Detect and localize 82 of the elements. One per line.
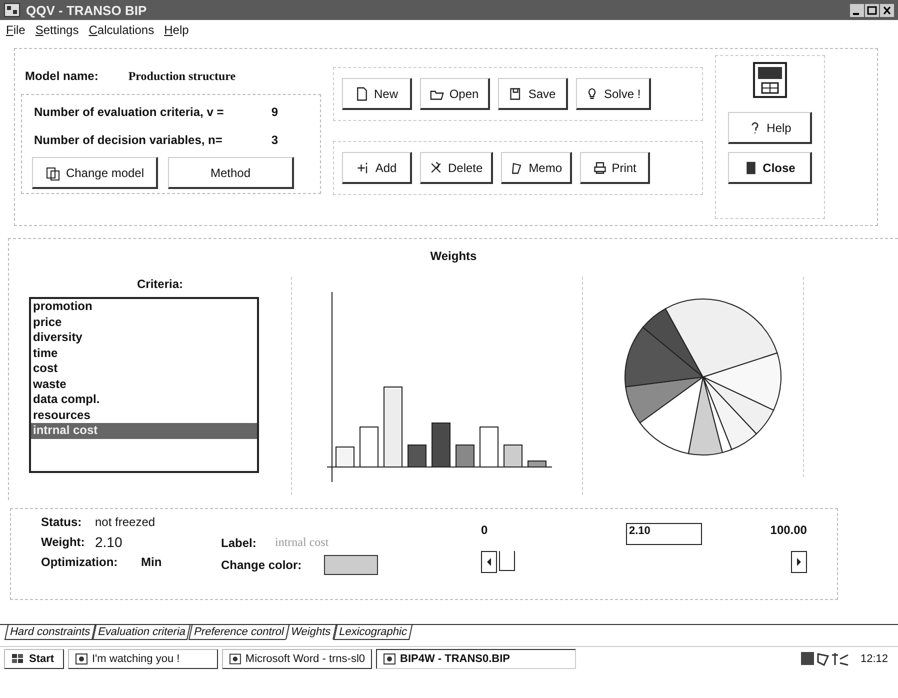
weight-label: Weight: — [41, 535, 86, 549]
label-label: Label: — [221, 536, 258, 550]
toolbar-button[interactable]: Delete — [420, 152, 493, 184]
color-swatch[interactable] — [324, 555, 378, 575]
chart-bar — [528, 460, 546, 468]
model-icon — [44, 164, 61, 180]
model-name-label: Model name: — [25, 69, 98, 84]
clock: 12:12 — [860, 653, 888, 665]
method-button[interactable]: Method — [168, 157, 294, 189]
menu-item[interactable]: File — [6, 23, 26, 37]
variables-count-label: Number of decision variables, n= — [34, 133, 222, 147]
app-icon — [4, 3, 20, 17]
criteria-item[interactable]: diversity — [31, 330, 257, 346]
minimize-button[interactable] — [850, 4, 864, 16]
tab[interactable]: Preference control — [188, 625, 290, 640]
criteria-count: 9 — [271, 105, 278, 119]
chart-bar — [360, 426, 378, 468]
toolbar-button[interactable]: Print — [580, 152, 650, 184]
printer-icon — [592, 160, 607, 176]
close-app-button[interactable]: Close — [728, 152, 812, 184]
menu-item[interactable]: Help — [164, 23, 189, 37]
criteria-item[interactable]: intrnal cost — [31, 423, 257, 438]
toolbar-button[interactable]: New — [342, 78, 412, 110]
weights-title: Weights — [429, 248, 478, 265]
criteria-title: Criteria: — [136, 277, 183, 291]
tab[interactable]: Evaluation criteria — [92, 625, 192, 640]
criteria-item[interactable]: waste — [31, 376, 257, 392]
chart-bar — [480, 426, 498, 468]
chart-bar — [504, 444, 522, 468]
scroll-left-button[interactable] — [481, 551, 497, 573]
criteria-item[interactable]: price — [31, 314, 257, 330]
slider-max: 100.00 — [770, 523, 807, 537]
page-icon — [354, 86, 369, 102]
chart-bar — [408, 444, 426, 468]
model-name: Production structure — [128, 69, 236, 84]
logo-icon — [753, 62, 787, 98]
windows-icon — [11, 653, 25, 665]
slider-min: 0 — [481, 523, 488, 537]
app-icon — [229, 653, 242, 665]
criteria-list[interactable]: promotion price diversity time cost waste data compl. resources intrnal cost — [29, 297, 259, 473]
app-icon — [383, 653, 396, 665]
start-button[interactable]: Start — [4, 649, 64, 669]
change-model-button[interactable]: Change model — [32, 157, 158, 189]
maximize-button[interactable] — [865, 4, 879, 16]
chart-bar — [432, 422, 450, 468]
criteria-count-label: Number of evaluation criteria, v = — [34, 105, 224, 119]
toolbar-button[interactable]: Save — [498, 78, 568, 110]
menu-item[interactable]: Calculations — [88, 23, 154, 37]
weight-field[interactable]: 2.10 — [626, 523, 702, 545]
status-label: Status: — [41, 515, 83, 529]
taskbar-button[interactable]: I'm watching you ! — [68, 649, 218, 669]
chart-bar — [456, 444, 474, 468]
criteria-item[interactable]: cost — [31, 361, 257, 376]
help-button[interactable]: Help — [728, 112, 812, 144]
tab[interactable]: Weights — [286, 625, 337, 640]
label-value: intrnal cost — [275, 535, 329, 550]
variables-count: 3 — [271, 133, 278, 147]
criteria-item[interactable]: resources — [31, 408, 257, 423]
toolbar-button[interactable]: Add — [342, 152, 412, 184]
status-value: not freezed — [95, 515, 156, 529]
slider-thumb[interactable] — [499, 551, 515, 571]
menu-item[interactable]: Settings — [35, 23, 79, 37]
criteria-item[interactable]: promotion — [31, 299, 257, 314]
scroll-right-button[interactable] — [791, 551, 807, 573]
window-title: QQV - TRANSO BIP — [26, 2, 147, 18]
change-color-label: Change color: — [221, 558, 303, 572]
criteria-item[interactable]: time — [31, 346, 257, 361]
toolbar-button[interactable]: Memo — [500, 152, 572, 184]
close-button[interactable] — [880, 4, 894, 16]
taskbar-button[interactable]: Microsoft Word - trns-sl0 — [222, 649, 372, 669]
taskbar-button[interactable]: BIP4W - TRANS0.BIP — [376, 649, 576, 669]
criteria-item[interactable]: data compl. — [31, 392, 257, 408]
toolbar-button[interactable]: Solve ! — [576, 78, 651, 110]
tab[interactable]: Hard constraints — [4, 625, 96, 640]
optimization-value: Min — [141, 555, 162, 569]
toolbar-button[interactable]: Open — [420, 78, 490, 110]
app-icon — [75, 653, 88, 665]
weight-value: 2.10 — [95, 534, 122, 550]
tab[interactable]: Lexicographic — [333, 625, 412, 640]
optimization-label: Optimization: — [41, 555, 119, 569]
tray-icons[interactable] — [800, 651, 850, 667]
chart-bar — [336, 446, 354, 468]
